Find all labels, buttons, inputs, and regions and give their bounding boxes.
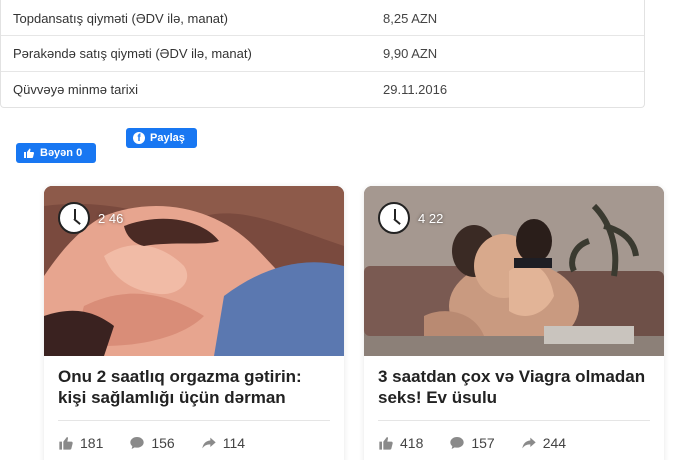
- table-row: Qüvvəyə minmə tarixi 29.11.2016: [1, 71, 644, 107]
- share-arrow-icon: [522, 437, 536, 449]
- comments-count: 156: [151, 435, 175, 451]
- row-value: 29.11.2016: [383, 82, 448, 97]
- shares-stat[interactable]: 244: [521, 435, 566, 451]
- shares-count: 244: [542, 435, 567, 451]
- article-thumbnail[interactable]: 4 22: [364, 186, 664, 356]
- thumbs-up-icon: [59, 437, 73, 450]
- video-duration: 2 46: [58, 202, 123, 234]
- row-label: Topdansatış qiyməti (ƏDV ilə, manat): [13, 10, 228, 26]
- comments-count: 157: [471, 435, 495, 451]
- like-label: Bəyən 0: [40, 147, 83, 159]
- clock-icon: [58, 202, 90, 234]
- article-title[interactable]: 3 saatdan çox və Viagra olmadan seks! Ev…: [378, 366, 653, 408]
- row-value: 8,25 AZN: [383, 10, 438, 26]
- duration-text: 4 22: [418, 210, 444, 226]
- likes-count: 181: [80, 435, 104, 451]
- duration-text: 2 46: [98, 210, 124, 226]
- comment-icon: [450, 437, 465, 449]
- facebook-like-button[interactable]: Bəyən 0: [16, 143, 96, 163]
- row-label: Pərakəndə satış qiyməti (ƏDV ilə, manat): [13, 46, 252, 61]
- table-row: Pərakəndə satış qiyməti (ƏDV ilə, manat)…: [1, 35, 644, 71]
- thumbs-up-icon: [24, 148, 35, 158]
- facebook-share-button[interactable]: f Paylaş: [126, 128, 197, 148]
- article-stats: 418 157 244: [378, 435, 592, 451]
- article-card[interactable]: 4 22 3 saatdan çox və Viagra olmadan sek…: [364, 186, 664, 460]
- thumbs-up-icon: [379, 437, 393, 450]
- comments-stat[interactable]: 156: [129, 435, 175, 451]
- article-stats: 181 156 114: [58, 435, 271, 451]
- clock-icon: [378, 202, 410, 234]
- shares-stat[interactable]: 114: [201, 435, 245, 451]
- table-row: Topdansatış qiyməti (ƏDV ilə, manat) 8,2…: [1, 0, 644, 36]
- divider: [378, 420, 650, 421]
- shares-count: 114: [222, 435, 246, 451]
- video-duration: 4 22: [378, 202, 443, 234]
- article-card[interactable]: 2 46 Onu 2 saatlıq orgazma gətirin: kişi…: [44, 186, 344, 460]
- comments-stat[interactable]: 157: [449, 435, 495, 451]
- article-thumbnail[interactable]: 2 46: [44, 186, 344, 356]
- share-arrow-icon: [202, 437, 216, 449]
- price-table: Topdansatış qiyməti (ƏDV ilə, manat) 8,2…: [0, 0, 645, 108]
- likes-count: 418: [400, 435, 424, 451]
- facebook-icon: f: [133, 132, 145, 144]
- likes-stat[interactable]: 181: [58, 435, 103, 451]
- comment-icon: [130, 437, 145, 449]
- article-title[interactable]: Onu 2 saatlıq orgazma gətirin: kişi sağl…: [58, 366, 333, 408]
- share-label: Paylaş: [150, 132, 185, 144]
- divider: [58, 420, 330, 421]
- row-value: 9,90 AZN: [383, 46, 438, 61]
- row-label: Qüvvəyə minmə tarixi: [13, 82, 138, 97]
- likes-stat[interactable]: 418: [378, 435, 423, 451]
